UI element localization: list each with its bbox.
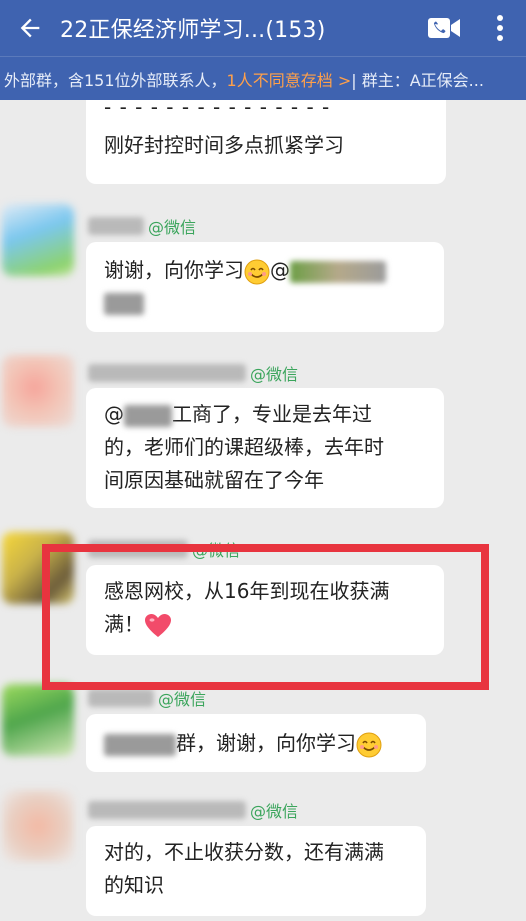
archive-consent-link[interactable]: 1人不同意存档 > bbox=[227, 67, 352, 91]
message-bubble[interactable]: @ 工商了，专业是去年过 的，老师们的课超级棒，去年时 间原因基础就留在了今年 bbox=[86, 388, 444, 508]
message-line: 群，谢谢，向你学习 bbox=[104, 726, 408, 760]
blurred-mention bbox=[290, 260, 386, 283]
message-line: 谢谢，向你学习 @ bbox=[104, 254, 426, 286]
smile-emoji-icon bbox=[356, 732, 382, 757]
video-call-button[interactable] bbox=[414, 0, 474, 56]
message-line: 对的，不止收获分数，还有满满 bbox=[104, 840, 384, 864]
sender-source: @微信 bbox=[250, 802, 299, 821]
sender-name: @微信 bbox=[88, 360, 298, 386]
message-text: 谢谢，向你学习 bbox=[104, 258, 244, 282]
more-vert-icon bbox=[497, 15, 503, 41]
more-options-button[interactable] bbox=[474, 0, 526, 56]
blurred-mention bbox=[124, 404, 172, 427]
avatar[interactable] bbox=[2, 790, 74, 862]
app-bar: 22正保经济师学习...(153) bbox=[0, 0, 526, 56]
mention-at: @ bbox=[104, 402, 124, 426]
message-line: - - - - - - - - - - - - - - - bbox=[104, 100, 331, 119]
sender-name: @微信 bbox=[88, 213, 196, 239]
blurred-name bbox=[88, 801, 246, 819]
avatar[interactable] bbox=[2, 355, 74, 427]
blurred-mention bbox=[104, 733, 176, 756]
back-button[interactable] bbox=[0, 0, 60, 56]
group-owner-text: | 群主：A正保会... bbox=[351, 70, 484, 90]
message-text: 群，谢谢，向你学习 bbox=[176, 731, 356, 755]
message-line: 间原因基础就留在了今年 bbox=[104, 468, 324, 492]
blurred-name bbox=[88, 689, 154, 707]
message-line: 刚好封控时间多点抓紧学习 bbox=[104, 133, 344, 157]
chat-message-list[interactable]: - - - - - - - - - - - - - - - 刚好封控时间多点抓紧… bbox=[0, 100, 526, 921]
message-text: 工商了，专业是去年过 bbox=[172, 402, 372, 426]
blurred-mention bbox=[104, 292, 144, 315]
external-members-text: 外部群，含151位外部联系人， bbox=[4, 70, 227, 90]
message-line: 的知识 bbox=[104, 873, 164, 897]
message-bubble[interactable]: 群，谢谢，向你学习 bbox=[86, 714, 426, 772]
smile-emoji-icon bbox=[244, 259, 270, 284]
avatar[interactable] bbox=[2, 204, 74, 276]
sender-source: @微信 bbox=[250, 365, 299, 384]
message-bubble[interactable]: 对的，不止收获分数，还有满满 的知识 bbox=[86, 826, 426, 916]
back-arrow-icon bbox=[20, 18, 40, 38]
highlight-annotation-box bbox=[42, 544, 489, 690]
message-line: @ 工商了，专业是去年过 bbox=[104, 398, 426, 431]
sender-source: @微信 bbox=[148, 218, 197, 237]
chat-title: 22正保经济师学习...(153) bbox=[60, 18, 326, 43]
avatar[interactable] bbox=[2, 684, 74, 756]
message-line: 的，老师们的课超级棒，去年时 bbox=[104, 435, 384, 459]
mention-at: @ bbox=[270, 258, 290, 282]
video-call-icon bbox=[428, 18, 460, 38]
sender-name: @微信 bbox=[88, 797, 298, 823]
message-bubble[interactable]: - - - - - - - - - - - - - - - 刚好封控时间多点抓紧… bbox=[86, 100, 446, 184]
message-line bbox=[104, 286, 426, 318]
message-bubble[interactable]: 谢谢，向你学习 @ bbox=[86, 242, 444, 332]
blurred-name bbox=[88, 217, 144, 235]
blurred-name bbox=[88, 364, 246, 382]
group-info-bar[interactable]: 外部群，含151位外部联系人， 1人不同意存档 > | 群主：A正保会... bbox=[0, 56, 526, 100]
